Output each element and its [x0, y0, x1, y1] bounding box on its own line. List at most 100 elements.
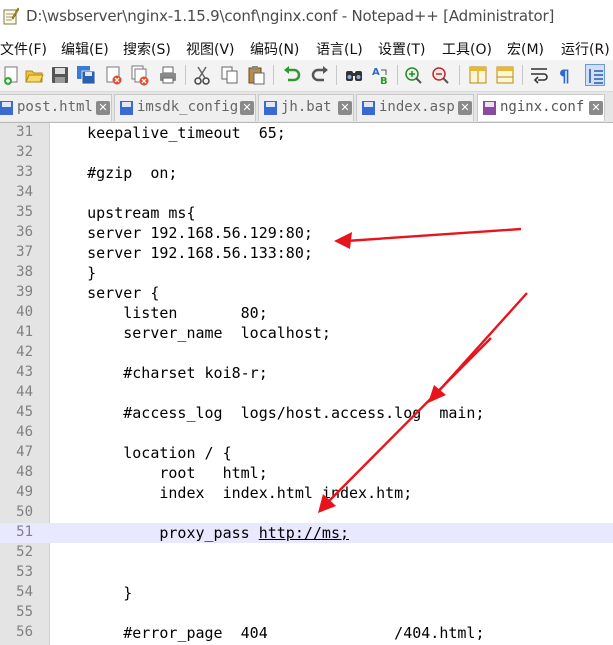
code-line[interactable]: 34 [0, 183, 613, 203]
notepadpp-app-icon [3, 7, 20, 25]
code-segment: proxy_pass [51, 524, 259, 542]
code-text: server_name localhost; [51, 324, 331, 342]
close-tab-icon[interactable]: ✕ [589, 101, 603, 115]
code-segment: } [51, 264, 97, 282]
code-line[interactable]: 54 } [0, 583, 613, 603]
menu-search[interactable]: 搜索(S) [123, 39, 171, 59]
code-line[interactable]: 53 [0, 563, 613, 583]
redo-icon[interactable] [310, 64, 330, 86]
code-line[interactable]: 55 [0, 603, 613, 623]
code-segment: } [51, 584, 133, 602]
paste-icon[interactable] [246, 64, 266, 86]
code-line[interactable]: 31 keepalive_timeout 65; [0, 123, 613, 143]
menu-settings[interactable]: 设置(T) [378, 39, 425, 59]
tab-post-html[interactable]: post.html ✕ [0, 94, 112, 121]
code-line[interactable]: 47 location / { [0, 443, 613, 463]
code-segment: root html; [51, 464, 268, 482]
find-icon[interactable] [344, 64, 364, 86]
code-line[interactable]: 56 #error_page 404 /404.html; [0, 623, 613, 643]
replace-icon[interactable]: AB [371, 64, 391, 86]
code-line[interactable]: 38 } [0, 263, 613, 283]
show-all-chars-icon[interactable]: ¶ [556, 64, 576, 86]
menu-view[interactable]: 视图(V) [186, 39, 235, 59]
menu-run[interactable]: 运行(R) [561, 39, 610, 59]
close-all-icon[interactable] [130, 64, 150, 86]
tab-label: post.html [17, 99, 93, 115]
sync-vertical-icon[interactable] [468, 64, 488, 86]
code-line[interactable]: 37 server 192.168.56.133:80; [0, 243, 613, 263]
menu-macro[interactable]: 宏(M) [507, 39, 544, 59]
tab-jh-bat[interactable]: jh.bat ✕ [258, 94, 354, 121]
save-icon[interactable] [50, 64, 70, 86]
code-text: #access_log logs/host.access.log main; [51, 404, 484, 422]
code-line[interactable]: 33 #gzip on; [0, 163, 613, 183]
line-number: 38 [16, 264, 33, 280]
menu-encoding[interactable]: 编码(N) [250, 39, 299, 59]
line-number: 47 [16, 444, 33, 460]
code-segment: #charset koi8-r; [51, 364, 268, 382]
menu-bar: 文件(F) 编辑(E) 搜索(S) 视图(V) 编码(N) 语言(L) 设置(T… [0, 34, 613, 60]
code-line[interactable]: 52 [0, 543, 613, 563]
code-text: upstream ms{ [51, 204, 195, 222]
cut-icon[interactable] [192, 64, 212, 86]
code-line[interactable]: 35 upstream ms{ [0, 203, 613, 223]
line-number: 36 [16, 224, 33, 240]
file-saved-icon [0, 100, 14, 116]
line-number: 49 [16, 484, 33, 500]
line-number: 44 [16, 384, 33, 400]
copy-icon[interactable] [220, 64, 240, 86]
new-file-icon[interactable] [2, 64, 22, 86]
code-segment: server_name localhost; [51, 324, 331, 342]
code-line[interactable]: 51 proxy_pass http://ms; [0, 523, 613, 543]
code-line[interactable]: 39 server { [0, 283, 613, 303]
open-file-icon[interactable] [24, 64, 44, 86]
code-line[interactable]: 44 [0, 383, 613, 403]
toolbar-separator [185, 65, 186, 85]
code-line[interactable]: 41 server_name localhost; [0, 323, 613, 343]
undo-icon[interactable] [282, 64, 302, 86]
line-number: 42 [16, 344, 33, 360]
close-icon[interactable] [104, 64, 124, 86]
code-text: server 192.168.56.133:80; [51, 244, 313, 262]
close-tab-icon[interactable]: ✕ [458, 101, 472, 115]
code-line[interactable]: 49 index index.html index.htm; [0, 483, 613, 503]
sync-horizontal-icon[interactable] [495, 64, 515, 86]
code-line[interactable]: 32 [0, 143, 613, 163]
code-line[interactable]: 45 #access_log logs/host.access.log main… [0, 403, 613, 423]
menu-tools[interactable]: 工具(O) [442, 39, 492, 59]
line-number: 33 [16, 164, 33, 180]
code-line[interactable]: 42 [0, 343, 613, 363]
indent-guide-icon[interactable] [585, 64, 605, 86]
zoom-out-icon[interactable] [431, 64, 451, 86]
line-number: 46 [16, 424, 33, 440]
code-line[interactable]: 40 listen 80; [0, 303, 613, 323]
line-number: 37 [16, 244, 33, 260]
toolbar-separator [459, 65, 460, 85]
line-number: 40 [16, 304, 33, 320]
close-tab-icon[interactable]: ✕ [96, 101, 110, 115]
code-line[interactable]: 50 [0, 503, 613, 523]
close-tab-icon[interactable]: ✕ [338, 101, 352, 115]
code-editor[interactable]: 31 keepalive_timeout 65; 32 33 #gzip on; 34… [0, 123, 613, 645]
close-tab-icon[interactable]: ✕ [240, 101, 254, 115]
menu-edit[interactable]: 编辑(E) [61, 39, 109, 59]
line-number: 32 [16, 144, 33, 160]
code-text: location / { [51, 444, 232, 462]
tab-index-asp[interactable]: index.asp ✕ [356, 94, 474, 121]
tab-imsdk-config[interactable]: imsdk_config ✕ [114, 94, 256, 121]
file-saved-icon [119, 100, 134, 116]
word-wrap-icon[interactable] [529, 64, 549, 86]
menu-language[interactable]: 语言(L) [316, 39, 363, 59]
save-all-icon[interactable] [76, 64, 96, 86]
code-line[interactable]: 46 [0, 423, 613, 443]
code-line[interactable]: 48 root html; [0, 463, 613, 483]
zoom-in-icon[interactable] [404, 64, 424, 86]
menu-file[interactable]: 文件(F) [0, 39, 47, 59]
code-segment: location / { [51, 444, 232, 462]
code-line[interactable]: 36 server 192.168.56.129:80; [0, 223, 613, 243]
code-url-link[interactable]: http://ms; [259, 524, 349, 542]
line-number: 41 [16, 324, 33, 340]
tab-nginx-conf[interactable]: nginx.conf ✕ [477, 94, 605, 121]
print-icon[interactable] [158, 64, 178, 86]
code-line[interactable]: 43 #charset koi8-r; [0, 363, 613, 383]
